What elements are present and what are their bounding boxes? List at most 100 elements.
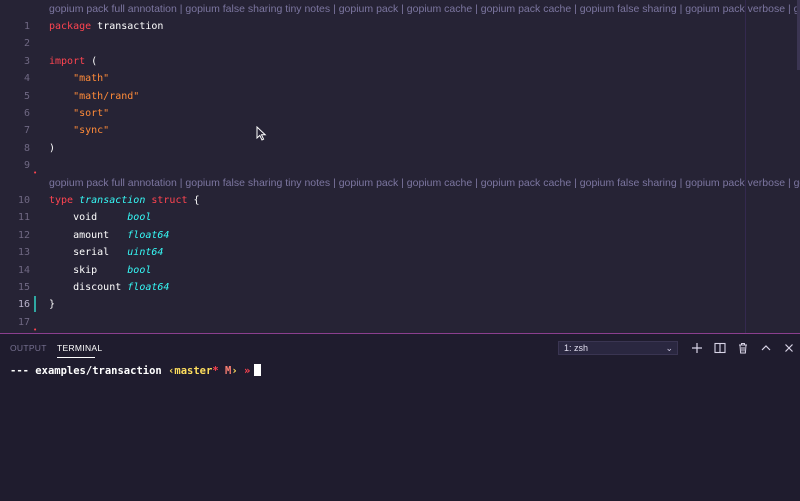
close-icon[interactable] <box>782 341 796 355</box>
code-token: transaction <box>91 21 164 32</box>
code-text: ) <box>49 140 55 157</box>
fold-marker-icon: • <box>33 169 38 178</box>
terminal-selector-value: 1: zsh <box>564 343 589 353</box>
code-token: bool <box>127 264 152 276</box>
terminal-cursor <box>254 364 262 376</box>
code-lens-actions[interactable]: gopium pack full annotation | gopium fal… <box>49 1 800 18</box>
code-line[interactable]: 15 discount float64 <box>0 279 800 296</box>
tab-output[interactable]: OUTPUT <box>10 343 47 353</box>
tab-terminal[interactable]: TERMINAL <box>57 343 102 353</box>
prompt-arrow: » <box>243 365 251 377</box>
code-line[interactable]: 16} <box>0 296 800 313</box>
code-line[interactable]: 12 amount float64 <box>0 227 800 244</box>
terminal-selector[interactable]: 1: zsh ⌄ <box>558 341 678 355</box>
editor-ruler <box>745 0 746 333</box>
code-lens-actions[interactable]: gopium pack full annotation | gopium fal… <box>49 175 800 192</box>
prompt-path: examples/transaction <box>35 365 162 377</box>
code-line[interactable]: 11 void bool <box>0 209 800 226</box>
code-line[interactable]: 9 <box>0 157 800 174</box>
code-token: package <box>49 21 92 32</box>
chevron-down-icon: ⌄ <box>665 343 673 353</box>
line-number: 12 <box>17 229 30 241</box>
code-line[interactable]: 3 import ( <box>0 53 800 70</box>
code-text: void bool <box>49 209 151 226</box>
code-text: type transaction struct { <box>49 192 200 209</box>
code-token: "math" <box>49 73 110 85</box>
trash-icon[interactable] <box>736 341 750 355</box>
prompt-branch-close: › <box>231 365 238 377</box>
line-number: 16 <box>17 299 30 311</box>
code-token: type <box>49 195 74 206</box>
code-token: float64 <box>127 282 170 293</box>
code-text: amount float64 <box>49 227 169 244</box>
code-text: "sort" <box>49 105 109 122</box>
prompt-branch: master <box>174 365 213 377</box>
split-icon[interactable] <box>713 341 727 355</box>
code-line[interactable]: 2 <box>0 35 800 52</box>
code-text: package transaction <box>49 18 163 35</box>
bottom-panel: OUTPUT TERMINAL 1: zsh ⌄ --- examples/tr… <box>0 333 800 501</box>
line-number: 3 <box>23 55 30 67</box>
plus-icon[interactable] <box>690 341 704 355</box>
code-text: "sync" <box>49 122 109 139</box>
code-token: amount <box>49 229 128 241</box>
line-number: 7 <box>23 125 30 137</box>
code-text: serial uint64 <box>49 244 163 261</box>
code-token: } <box>49 299 56 311</box>
code-token: transaction <box>73 195 146 206</box>
fold-marker-icon: • <box>33 325 38 333</box>
code-token: uint64 <box>127 247 164 259</box>
code-line[interactable]: 7 "sync" <box>0 122 800 139</box>
code-token: ) <box>49 142 56 154</box>
code-token: bool <box>127 212 152 224</box>
code-token: { <box>187 195 200 206</box>
line-number: 2 <box>23 38 30 50</box>
code-editor[interactable]: gopium pack full annotation | gopium fal… <box>0 0 800 333</box>
line-number: 8 <box>23 142 30 154</box>
code-token: skip <box>49 264 128 276</box>
code-token: float64 <box>127 229 170 241</box>
code-line[interactable]: 17 <box>0 314 800 331</box>
line-number: 13 <box>17 247 30 259</box>
code-token: "sort" <box>49 108 110 119</box>
code-text: skip bool <box>49 262 151 279</box>
code-line[interactable]: 10 type transaction struct { <box>0 192 800 209</box>
code-line[interactable]: 13 serial uint64 <box>0 244 800 261</box>
line-number: 5 <box>23 90 30 102</box>
line-number: 6 <box>23 108 30 119</box>
line-number: 9 <box>23 160 30 172</box>
code-token: import <box>49 55 86 67</box>
line-number: 11 <box>17 212 30 224</box>
mouse-pointer-icon <box>256 126 267 141</box>
line-number: 14 <box>17 264 30 276</box>
code-line[interactable]: 8) <box>0 140 800 157</box>
active-tab-underline <box>57 357 95 358</box>
code-text: import ( <box>49 53 97 70</box>
terminal-output[interactable]: --- examples/transaction ‹master* M› » <box>10 364 790 494</box>
chevron-up-icon[interactable] <box>759 341 773 355</box>
code-text: } <box>49 296 55 313</box>
code-text: discount float64 <box>49 279 169 296</box>
line-number: 4 <box>23 73 30 85</box>
code-line[interactable]: 6 "sort" <box>0 105 800 122</box>
code-line[interactable]: 1 package transaction <box>0 18 800 35</box>
code-line[interactable]: 5 "math/rand" <box>0 88 800 105</box>
code-token: ( <box>85 55 98 67</box>
code-token: "math/rand" <box>49 90 140 102</box>
code-token: void <box>49 212 128 224</box>
prompt-dirty-star: * <box>212 365 219 377</box>
code-text: "math" <box>49 70 109 87</box>
code-line[interactable]: 4 "math" <box>0 70 800 87</box>
code-text: "math/rand" <box>49 88 139 105</box>
line-number: 1 <box>23 21 30 32</box>
code-token: struct <box>145 195 188 206</box>
git-modified-gutter-marker <box>34 296 36 312</box>
panel-header: OUTPUT TERMINAL 1: zsh ⌄ <box>0 334 800 360</box>
line-number: 15 <box>17 282 30 293</box>
code-token: discount <box>49 282 128 293</box>
line-number: 17 <box>17 316 30 328</box>
line-number: 10 <box>17 195 30 206</box>
terminal-prompt-line: --- examples/transaction ‹master* M› » <box>10 364 790 378</box>
code-line[interactable]: 14 skip bool <box>0 262 800 279</box>
code-token: serial <box>49 247 128 259</box>
